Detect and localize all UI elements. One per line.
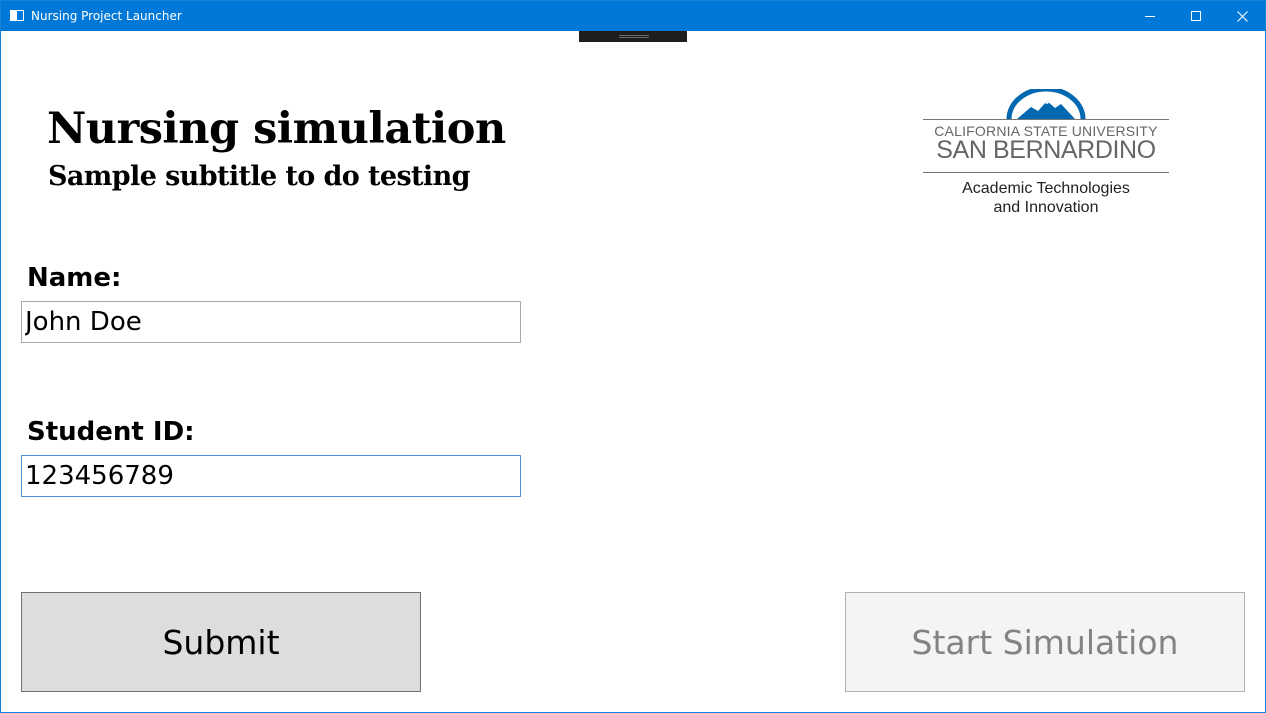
app-window-icon — [10, 10, 24, 21]
grip-icon — [619, 35, 649, 38]
name-input[interactable] — [21, 301, 521, 343]
close-icon — [1236, 10, 1248, 22]
window-title: Nursing Project Launcher — [31, 9, 182, 23]
logo-department: Academic Technologies and Innovation — [923, 179, 1169, 217]
maximize-icon — [1191, 11, 1201, 21]
close-button[interactable] — [1219, 1, 1265, 31]
mountain-arch-icon — [1006, 89, 1086, 120]
student-id-label: Student ID: — [27, 417, 195, 447]
name-label: Name: — [27, 263, 122, 293]
student-id-input[interactable] — [21, 455, 521, 497]
title-bar[interactable]: Nursing Project Launcher — [1, 1, 1265, 31]
logo-rule-top — [923, 119, 1169, 120]
page-title: Nursing simulation — [47, 104, 506, 154]
logo-campus-name: SAN BERNARDINO — [936, 136, 1156, 164]
page-subtitle: Sample subtitle to do testing — [48, 161, 470, 192]
minimize-button[interactable] — [1127, 1, 1173, 31]
logo-rule-bottom — [923, 172, 1169, 173]
logo-department-line1: Academic Technologies — [962, 180, 1130, 197]
university-logo: CALIFORNIA STATE UNIVERSITY SAN BERNARDI… — [921, 89, 1171, 219]
minimize-icon — [1145, 16, 1155, 17]
debug-toolbar-handle[interactable] — [579, 31, 687, 42]
logo-department-line2: and Innovation — [993, 199, 1099, 216]
submit-button[interactable]: Submit — [21, 592, 421, 692]
app-window: Nursing Project Launcher Nursing simulat… — [0, 0, 1266, 713]
maximize-button[interactable] — [1173, 1, 1219, 31]
start-simulation-button[interactable]: Start Simulation — [845, 592, 1245, 692]
